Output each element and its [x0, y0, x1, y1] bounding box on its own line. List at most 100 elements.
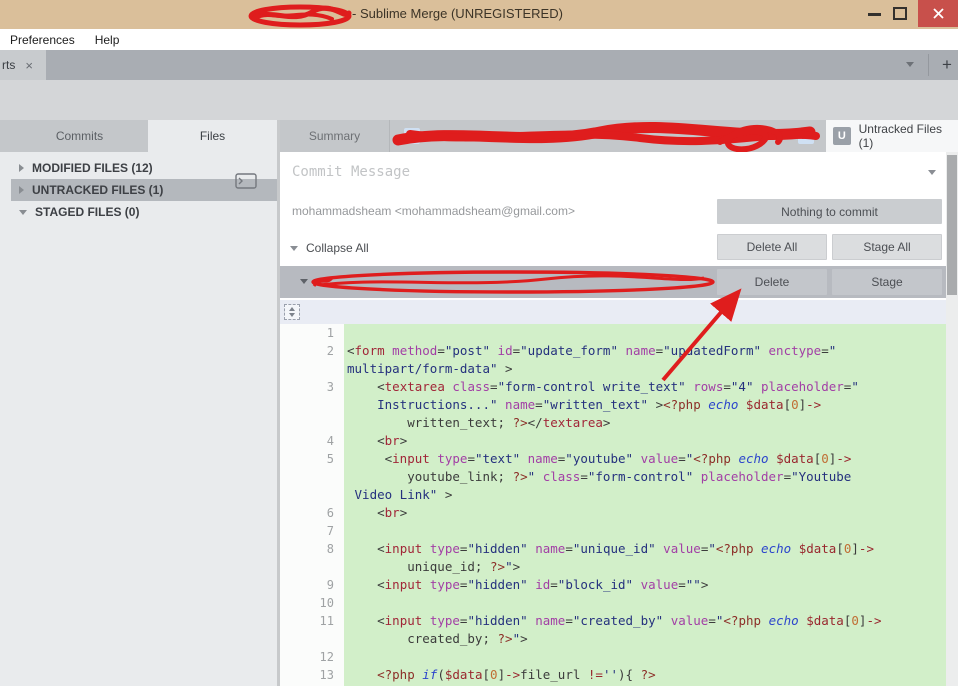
close-button[interactable] — [918, 0, 958, 27]
hunk-header — [280, 300, 946, 324]
line-number: 7 — [280, 522, 344, 540]
line-number: 6 — [280, 504, 344, 522]
code-lines: <form method="post" id="update_form" nam… — [344, 324, 946, 686]
section-label: STAGED FILES (0) — [35, 205, 139, 219]
tab-overflow-icon[interactable] — [906, 62, 914, 67]
tab-commits[interactable]: Commits — [11, 120, 148, 152]
redaction-scribble-title — [248, 3, 354, 28]
toolbar: master ••• — [0, 80, 958, 120]
commit-message-input[interactable] — [292, 164, 912, 188]
line-number — [280, 414, 344, 432]
line-number — [280, 468, 344, 486]
sublime-merge-window: - Sublime Merge (UNREGISTERED) Preferenc… — [0, 0, 958, 686]
chevron-right-icon[interactable] — [19, 164, 24, 172]
divider — [928, 54, 929, 76]
line-number: 4 — [280, 432, 344, 450]
commit-button[interactable]: Nothing to commit — [717, 199, 942, 224]
terminal-icon — [235, 173, 257, 189]
untracked-badge: U — [833, 127, 851, 145]
stage-all-button[interactable]: Stage All — [832, 234, 942, 260]
line-number: 12 — [280, 648, 344, 666]
repo-tab[interactable]: rts × — [0, 50, 46, 80]
tab-untracked-label: Untracked Files (1) — [859, 122, 958, 150]
scrollbar-thumb[interactable] — [947, 155, 957, 295]
code-line: <input type="hidden" name="unique_id" va… — [344, 540, 946, 558]
menubar: Preferences Help — [0, 29, 958, 50]
code-line: <textarea class="form-control write_text… — [344, 378, 946, 396]
code-gutter: 12345678910111213 — [280, 324, 344, 686]
repo-tab-label: rts — [2, 58, 15, 72]
author-row: mohammadsheam <mohammadsheam@gmail.com> … — [280, 196, 946, 230]
line-number — [280, 360, 344, 378]
line-number — [280, 486, 344, 504]
code-line — [344, 324, 946, 342]
code-line: <form method="post" id="update_form" nam… — [344, 342, 946, 360]
line-number: 2 — [280, 342, 344, 360]
commit-message-area — [280, 152, 946, 196]
code-line — [344, 522, 946, 540]
redaction-scribble-tabs — [390, 120, 826, 152]
section-label: UNTRACKED FILES (1) — [32, 183, 163, 197]
sidebar-section-2[interactable]: STAGED FILES (0) — [11, 201, 277, 223]
code-line: youtube_link; ?>" class="form-control" p… — [344, 468, 946, 486]
code-line: Instructions..." name="written_text" ><?… — [344, 396, 946, 414]
chevron-down-icon[interactable] — [928, 170, 936, 175]
line-number: 11 — [280, 612, 344, 630]
file-status-sidebar: MODIFIED FILES (12) UNTRACKED FILES (1) ST… — [0, 152, 277, 686]
tab-untracked-files[interactable]: U Untracked Files (1) — [826, 120, 958, 152]
collapse-all-button[interactable]: Collapse All — [290, 234, 369, 262]
line-number — [280, 558, 344, 576]
line-number: 8 — [280, 540, 344, 558]
diff-view: 12345678910111213 <form method="post" id… — [280, 324, 946, 686]
code-line — [344, 648, 946, 666]
right-panel-tabs: Summary M M U Untracked Files (1) — [280, 120, 958, 152]
commit-author: mohammadsheam <mohammadsheam@gmail.com> — [292, 204, 575, 218]
code-line: <br> — [344, 504, 946, 522]
chevron-right-icon[interactable] — [19, 186, 24, 194]
code-line: Video Link" > — [344, 486, 946, 504]
line-number: 5 — [280, 450, 344, 468]
commit-panel: mohammadsheam <mohammadsheam@gmail.com> … — [280, 152, 958, 686]
line-number: 3 — [280, 378, 344, 396]
repo-tabstrip: rts × + — [0, 50, 958, 80]
tab-files[interactable]: Files — [148, 120, 277, 152]
expand-hunk-icon[interactable] — [284, 304, 300, 320]
left-panel-tabs: Commits Files — [0, 120, 277, 152]
code-line: <input type="hidden" name="created_by" v… — [344, 612, 946, 630]
title-bar: - Sublime Merge (UNREGISTERED) — [0, 0, 958, 29]
redaction-scribble-filepath — [306, 268, 720, 296]
collapse-all-label: Collapse All — [306, 241, 369, 255]
delete-button[interactable]: Delete — [717, 269, 827, 295]
line-number: 13 — [280, 666, 344, 684]
chevron-down-icon — [290, 246, 298, 251]
chevron-down-icon[interactable] — [19, 210, 27, 215]
code-line: <?php if($data[0]->file_url !=''){ ?> — [344, 666, 946, 684]
close-tab-icon[interactable]: × — [25, 58, 33, 73]
vertical-scrollbar — [946, 152, 958, 686]
close-icon — [933, 8, 944, 19]
delete-all-button[interactable]: Delete All — [717, 234, 827, 260]
new-tab-button[interactable]: + — [936, 53, 958, 77]
code-line: multipart/form-data" > — [344, 360, 946, 378]
maximize-button[interactable] — [893, 7, 907, 20]
code-line: <br> — [344, 432, 946, 450]
menu-help[interactable]: Help — [85, 29, 130, 50]
line-number — [280, 396, 344, 414]
tab-summary[interactable]: Summary — [280, 120, 390, 152]
line-number: 10 — [280, 594, 344, 612]
code-line — [344, 594, 946, 612]
code-line: unique_id; ?>"> — [344, 558, 946, 576]
line-number — [280, 630, 344, 648]
code-line: <input type="text" name="youtube" value=… — [344, 450, 946, 468]
window-title: - Sublime Merge (UNREGISTERED) — [352, 6, 563, 21]
section-label: MODIFIED FILES (12) — [32, 161, 153, 175]
code-line: created_by; ?>"> — [344, 630, 946, 648]
stage-button[interactable]: Stage — [832, 269, 942, 295]
scribbled-file-tabs[interactable]: M M — [390, 120, 826, 152]
code-line: written_text; ?></textarea> — [344, 414, 946, 432]
minimize-button[interactable] — [868, 13, 881, 16]
code-line: <input type="hidden" id="block_id" value… — [344, 576, 946, 594]
line-number: 9 — [280, 576, 344, 594]
menu-preferences[interactable]: Preferences — [0, 29, 85, 50]
untracked-file-row[interactable]: Delete Stage — [280, 266, 946, 298]
